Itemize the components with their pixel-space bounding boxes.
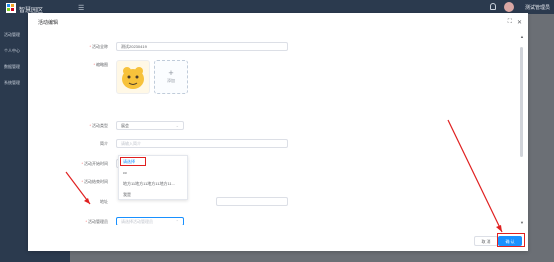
close-icon[interactable]: ✕ bbox=[517, 19, 522, 26]
expand-icon[interactable]: ⛶ bbox=[508, 19, 512, 26]
field-label-end: *活动结束时间 bbox=[81, 179, 108, 184]
dropdown-option[interactable]: 地方11地方11地方11地方11... bbox=[123, 181, 175, 187]
avatar[interactable] bbox=[504, 2, 514, 12]
cancel-button[interactable]: 取 消 bbox=[474, 236, 498, 246]
plus-icon: + bbox=[168, 68, 174, 78]
field-label-manager: *活动管理员 bbox=[85, 219, 108, 224]
chevron-up-icon: ⌃ bbox=[175, 219, 179, 224]
scrollbar-thumb[interactable] bbox=[520, 47, 523, 157]
scroll-up-icon[interactable]: ▲ bbox=[520, 34, 524, 39]
activity-name-input[interactable]: 测试20230419 bbox=[116, 42, 288, 51]
dialog-body: *活动全称 测试20230419 *缩略图 + 添加 *活动类型 展会 ⌄ 简介 bbox=[28, 33, 514, 225]
field-label-type: *活动类型 bbox=[89, 123, 108, 128]
manager-dropdown: 请选择 cc 地方11地方11地方11地方11... 我是 bbox=[118, 155, 188, 200]
intro-input[interactable]: 请输入简介 bbox=[116, 139, 288, 148]
activity-edit-dialog: 活动编辑 ⛶ ✕ *活动全称 测试20230419 *缩略图 + 添加 *活动类… bbox=[28, 13, 528, 251]
dialog-title: 活动编辑 bbox=[38, 20, 59, 26]
manager-select[interactable]: 请选择活动管理员 ⌃ bbox=[116, 217, 184, 225]
dropdown-option[interactable]: 请选择 bbox=[123, 159, 135, 165]
dropdown-option[interactable]: cc bbox=[123, 170, 127, 175]
upload-thumbnail-button[interactable]: + 添加 bbox=[154, 60, 188, 94]
activity-type-select[interactable]: 展会 ⌄ bbox=[116, 121, 184, 130]
username[interactable]: 测试管理员 bbox=[525, 4, 550, 11]
thumbnail-illustration bbox=[122, 67, 144, 89]
field-label-address: 地址 bbox=[100, 199, 108, 204]
field-label-name: *活动全称 bbox=[89, 44, 108, 49]
dropdown-option[interactable]: 我是 bbox=[123, 192, 131, 198]
address-input[interactable] bbox=[216, 197, 288, 206]
menu-toggle-icon[interactable]: ☰ bbox=[78, 4, 84, 12]
field-label-intro: 简介 bbox=[100, 141, 108, 146]
scroll-down-icon[interactable]: ▼ bbox=[520, 220, 524, 225]
chevron-down-icon: ⌄ bbox=[175, 123, 179, 128]
bell-icon[interactable] bbox=[490, 3, 496, 10]
topbar: ☰ 测试管理员 bbox=[70, 0, 554, 14]
annotation-highlight-box bbox=[497, 233, 525, 247]
logo bbox=[6, 3, 16, 13]
field-label-thumb: *缩略图 bbox=[93, 62, 108, 67]
field-label-start: *活动开始时间 bbox=[81, 161, 108, 166]
thumbnail-image[interactable] bbox=[116, 60, 150, 94]
